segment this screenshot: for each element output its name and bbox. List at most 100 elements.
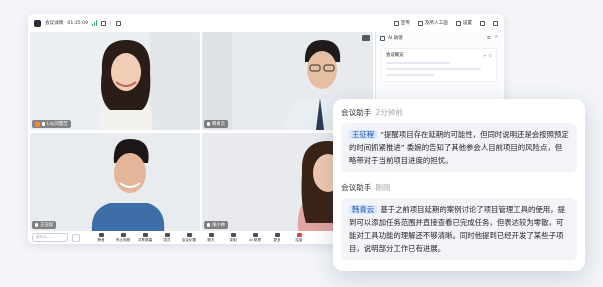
video-grid: Lily刘慧芝 韩青云 王征程 张小林: [30, 32, 373, 231]
video-tile-1[interactable]: Lily刘慧芝: [30, 32, 200, 130]
topbar-button-label: 宣传: [400, 21, 410, 26]
tool-more[interactable]: 更多: [266, 232, 288, 243]
tool-label: 成员: [163, 237, 171, 242]
insight-title: 会议助手: [341, 183, 372, 192]
insight-message-1: 王征程 “提醒项目存在延期的可能性，但同时说明还是会按照预定的时间抓紧推进” 委婉…: [341, 123, 577, 172]
placeholder-line: [386, 74, 434, 76]
insight-text: 基于之前项目延期的案例讨论了项目管理工具的使用，提到可以添加任务范围并直接查看已…: [349, 205, 565, 253]
ai-insight-popup: 会议助手 2分钟前 王征程 “提醒项目存在延期的可能性，但同时说明还是会按照预定的…: [333, 99, 585, 271]
participant-name: 张小林: [212, 223, 226, 228]
popout-icon[interactable]: ⧉: [487, 35, 490, 41]
tool-label: 录制: [229, 237, 237, 242]
end-meeting-button[interactable]: 结束: [288, 232, 310, 243]
sidebar-toggle-icon[interactable]: [493, 20, 498, 26]
tool-label: 静音: [97, 237, 105, 242]
tool-label: 更多: [273, 237, 281, 242]
emoji-icon[interactable]: [72, 233, 80, 242]
nameplate: 张小林: [204, 221, 229, 229]
gear-icon: [455, 20, 461, 26]
close-icon[interactable]: ✕: [494, 35, 498, 41]
tool-mute[interactable]: 静音: [90, 232, 112, 243]
tool-label: 停止视频: [115, 237, 131, 242]
topbar-left: 会议详情 01:35:09 |: [34, 19, 121, 27]
topbar-right: 宣传 及所人工画 设置: [393, 20, 498, 26]
overview-card-header: 会议概览 ▾ ↻: [386, 52, 492, 59]
mic-icon: [98, 232, 104, 237]
tool-members[interactable]: 成员: [156, 232, 178, 243]
settings-button[interactable]: 设置: [455, 20, 472, 26]
insight-header-1: 会议助手 2分钟前: [341, 107, 577, 118]
tool-label: 会议纪要: [181, 237, 197, 242]
app-name: 会议详情: [45, 21, 64, 26]
more-icon[interactable]: [362, 35, 370, 41]
participant-name: 王征程: [40, 223, 54, 228]
insight-header-2: 会议助手 刚刚: [341, 182, 577, 193]
tool-chat[interactable]: 聊天: [200, 232, 222, 243]
speaking-icon: [35, 121, 40, 127]
placeholder-line: [386, 62, 450, 64]
tool-video[interactable]: 停止视频: [112, 232, 134, 243]
video-tile-3[interactable]: 王征程: [30, 133, 200, 231]
participant-name: Lily刘慧芝: [47, 122, 68, 127]
meeting-timer: 01:35:09: [67, 20, 89, 26]
ai-assistant-icon: [380, 35, 385, 41]
participant-video-3: [30, 133, 200, 231]
overview-card-title: 会议概览: [386, 53, 404, 58]
insight-text: “提醒项目存在延期的可能性，但同时说明还是会按照预定的时间抓紧推进” 委婉的告知…: [349, 130, 569, 165]
share-icon[interactable]: [101, 20, 107, 26]
mic-icon: [35, 223, 38, 227]
insight-title: 会议助手: [341, 108, 372, 117]
tool-label: AI 助理: [249, 237, 261, 242]
chat-icon: [208, 232, 214, 237]
tool-ai[interactable]: AI 助理: [244, 232, 266, 243]
hangup-icon: [296, 232, 302, 237]
side-panel-title: AI 助理: [388, 36, 403, 41]
meeting-toolbar: 说什么... 静音 停止视频 共享屏幕 成员 会议纪要 聊天 录制 AI 助理 …: [28, 231, 373, 244]
insight-time: 刚刚: [375, 183, 391, 192]
tool-minutes[interactable]: 会议纪要: [178, 232, 200, 243]
share-screen-icon: [142, 232, 148, 237]
insight-time: 2分钟前: [375, 108, 403, 117]
side-panel-header: AI 助理 ⧉ ✕: [376, 32, 502, 44]
layout-icon: [393, 20, 399, 26]
nameplate: 韩青云: [204, 120, 229, 128]
top-bar: 会议详情 01:35:09 | 宣传 及所人工画 设置: [28, 14, 504, 32]
tool-label: 共享屏幕: [137, 237, 153, 242]
topbar-button-label: 设置: [462, 21, 472, 26]
divider: |: [110, 20, 112, 26]
tool-share[interactable]: 共享屏幕: [134, 232, 156, 243]
card-actions: ▾ ↻: [484, 53, 492, 58]
camera-icon: [120, 232, 126, 237]
tool-record[interactable]: 录制: [222, 232, 244, 243]
topbar-button-1[interactable]: 及所人工画: [417, 20, 448, 26]
tool-label: 聊天: [207, 237, 215, 242]
chat-input[interactable]: 说什么...: [32, 233, 68, 242]
dropdown-icon[interactable]: ▾: [484, 53, 486, 58]
signal-icon: [92, 20, 98, 26]
topbar-button-label: 及所人工画: [424, 21, 448, 26]
insight-message-2: 韩青云 基于之前项目延期的案例讨论了项目管理工具的使用，提到可以添加任务范围并直接…: [341, 198, 577, 260]
more-icon: [274, 232, 280, 237]
app-logo-icon: [34, 19, 41, 27]
mic-icon: [207, 223, 210, 227]
tool-label: 结束: [295, 237, 303, 242]
speaker-tag[interactable]: 韩青云: [349, 205, 378, 214]
tool-icon: [417, 20, 423, 26]
overview-card: 会议概览 ▾ ↻: [381, 48, 497, 82]
refresh-icon[interactable]: ↻: [489, 53, 492, 58]
side-panel-actions: ⧉ ✕: [487, 35, 498, 41]
nameplate: 王征程: [32, 221, 57, 229]
ai-icon: [252, 232, 258, 237]
copy-icon[interactable]: [115, 20, 121, 26]
topbar-button-0[interactable]: 宣传: [393, 20, 410, 26]
mic-icon: [42, 122, 45, 126]
fullscreen-icon[interactable]: [480, 20, 485, 26]
notes-icon: [186, 232, 192, 237]
placeholder-line: [386, 68, 482, 70]
members-icon: [164, 232, 170, 237]
participant-name: 韩青云: [212, 122, 226, 127]
mic-icon: [207, 122, 210, 126]
speaker-tag[interactable]: 王征程: [349, 130, 378, 139]
nameplate: Lily刘慧芝: [32, 120, 71, 128]
